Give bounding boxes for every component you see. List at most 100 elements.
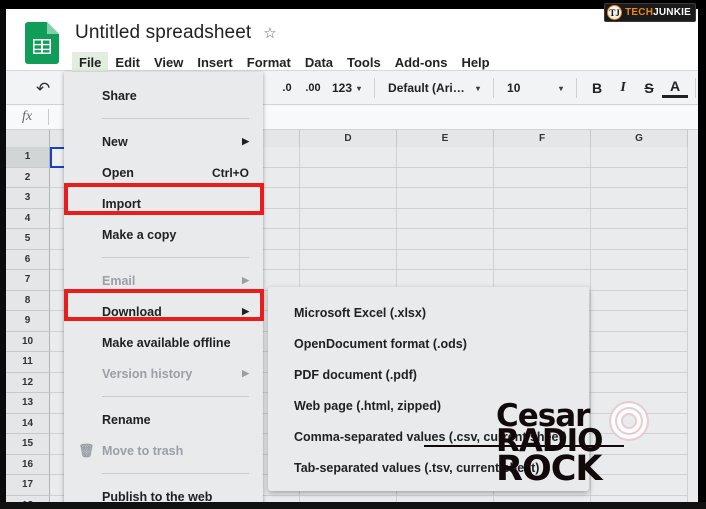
- row-header-8[interactable]: 8: [6, 290, 50, 311]
- file-menu-item-make-available-offline[interactable]: Make available offline: [64, 327, 263, 358]
- grid-cell[interactable]: [591, 475, 688, 496]
- grid-cell[interactable]: [591, 208, 688, 229]
- grid-cell[interactable]: [494, 188, 591, 209]
- grid-cell[interactable]: [591, 434, 688, 455]
- grid-cell[interactable]: [591, 290, 688, 311]
- number-format-dropdown[interactable]: 123 ▾: [326, 75, 367, 101]
- grid-cell[interactable]: [494, 208, 591, 229]
- grid-cell[interactable]: [591, 270, 688, 291]
- grid-cell[interactable]: [591, 393, 688, 414]
- grid-cell[interactable]: [494, 147, 591, 168]
- menu-item-label: Make a copy: [102, 227, 177, 242]
- number-format-label: 123: [332, 81, 353, 95]
- grid-cell[interactable]: [300, 167, 397, 188]
- file-menu-item-rename[interactable]: Rename: [64, 404, 263, 435]
- file-menu-item-new[interactable]: New ▶: [64, 126, 263, 157]
- techjunkie-badge-icon: TJ: [607, 5, 623, 20]
- file-menu-item-make-a-copy[interactable]: Make a copy: [64, 219, 263, 250]
- column-header-f[interactable]: F: [494, 130, 591, 147]
- grid-cell[interactable]: [591, 331, 688, 352]
- menu-item-label: Move to trash: [102, 443, 184, 458]
- download-option-4[interactable]: Comma-separated values (.csv, current sh…: [268, 421, 589, 452]
- strikethrough-button[interactable]: S: [636, 74, 662, 102]
- grid-cell[interactable]: [300, 229, 397, 250]
- grid-cell[interactable]: [397, 249, 494, 270]
- menu-format[interactable]: Format: [240, 52, 298, 74]
- grid-cell[interactable]: [397, 188, 494, 209]
- grid-cell[interactable]: [591, 413, 688, 434]
- column-header-e[interactable]: E: [397, 130, 494, 147]
- grid-cell[interactable]: [591, 352, 688, 373]
- file-menu-item-import[interactable]: Import: [64, 188, 263, 219]
- italic-button[interactable]: I: [610, 74, 636, 102]
- decrease-decimal-button[interactable]: .0: [274, 74, 300, 102]
- grid-cell[interactable]: [300, 208, 397, 229]
- menu-view[interactable]: View: [147, 52, 190, 74]
- grid-cell[interactable]: [591, 249, 688, 270]
- row-header-15[interactable]: 15: [6, 434, 50, 455]
- menu-insert[interactable]: Insert: [190, 52, 239, 74]
- grid-cell[interactable]: [397, 208, 494, 229]
- row-header-3[interactable]: 3: [6, 188, 50, 209]
- undo-icon[interactable]: ↶: [36, 79, 50, 99]
- row-header-7[interactable]: 7: [6, 270, 50, 291]
- row-header-11[interactable]: 11: [6, 352, 50, 373]
- grid-cell[interactable]: [494, 229, 591, 250]
- grid-cell[interactable]: [591, 372, 688, 393]
- download-option-3[interactable]: Web page (.html, zipped): [268, 390, 589, 421]
- row-header-2[interactable]: 2: [6, 167, 50, 188]
- row-header-16[interactable]: 16: [6, 454, 50, 475]
- menu-help[interactable]: Help: [454, 52, 496, 74]
- grid-cell[interactable]: [494, 249, 591, 270]
- increase-decimal-button[interactable]: .00: [300, 74, 326, 102]
- row-header-4[interactable]: 4: [6, 208, 50, 229]
- download-submenu[interactable]: Microsoft Excel (.xlsx) OpenDocument form…: [268, 287, 589, 491]
- font-family-dropdown[interactable]: Default (Ari… ▾: [382, 75, 486, 101]
- page-title[interactable]: Untitled spreadsheet: [75, 22, 251, 44]
- menu-edit[interactable]: Edit: [108, 52, 147, 74]
- grid-cell[interactable]: [591, 311, 688, 332]
- file-menu-item-open[interactable]: Open Ctrl+O: [64, 157, 263, 188]
- grid-cell[interactable]: [591, 229, 688, 250]
- file-menu-item-email: Email ▶: [64, 265, 263, 296]
- grid-cell[interactable]: [591, 167, 688, 188]
- select-all-corner[interactable]: [6, 130, 50, 147]
- menubar: File Edit View Insert Format Data Tools …: [72, 51, 497, 74]
- download-option-0[interactable]: Microsoft Excel (.xlsx): [268, 297, 589, 328]
- row-header-6[interactable]: 6: [6, 249, 50, 270]
- menu-tools[interactable]: Tools: [340, 52, 388, 74]
- grid-cell[interactable]: [591, 188, 688, 209]
- grid-cell[interactable]: [397, 167, 494, 188]
- file-dropdown-menu[interactable]: Share New ▶ Open Ctrl+O Import Make a copy Emai…: [64, 72, 263, 509]
- row-header-17[interactable]: 17: [6, 475, 50, 496]
- text-color-button[interactable]: A: [662, 76, 689, 98]
- download-option-5[interactable]: Tab-separated values (.tsv, current shee…: [268, 452, 589, 483]
- row-header-9[interactable]: 9: [6, 311, 50, 332]
- download-option-1[interactable]: OpenDocument format (.ods): [268, 328, 589, 359]
- file-menu-item-share[interactable]: Share: [64, 80, 263, 111]
- row-header-1[interactable]: 1: [6, 147, 50, 168]
- star-icon[interactable]: ☆: [263, 26, 276, 41]
- column-header-g[interactable]: G: [591, 130, 688, 147]
- grid-cell[interactable]: [494, 167, 591, 188]
- grid-cell[interactable]: [591, 454, 688, 475]
- menu-data[interactable]: Data: [298, 52, 340, 74]
- row-header-12[interactable]: 12: [6, 372, 50, 393]
- menu-addons[interactable]: Add-ons: [388, 52, 455, 74]
- grid-cell[interactable]: [300, 249, 397, 270]
- column-header-d[interactable]: D: [300, 130, 397, 147]
- grid-cell[interactable]: [300, 188, 397, 209]
- grid-cell[interactable]: [397, 147, 494, 168]
- grid-cell[interactable]: [591, 147, 688, 168]
- download-option-2[interactable]: PDF document (.pdf): [268, 359, 589, 390]
- row-header-13[interactable]: 13: [6, 393, 50, 414]
- bold-button[interactable]: B: [584, 74, 610, 102]
- grid-cell[interactable]: [300, 147, 397, 168]
- menu-file[interactable]: File: [72, 51, 109, 74]
- row-header-5[interactable]: 5: [6, 229, 50, 250]
- row-header-14[interactable]: 14: [6, 413, 50, 434]
- font-size-dropdown[interactable]: 10 ▾: [501, 75, 569, 101]
- row-header-10[interactable]: 10: [6, 331, 50, 352]
- grid-cell[interactable]: [397, 229, 494, 250]
- file-menu-item-download[interactable]: Download ▶: [64, 296, 263, 327]
